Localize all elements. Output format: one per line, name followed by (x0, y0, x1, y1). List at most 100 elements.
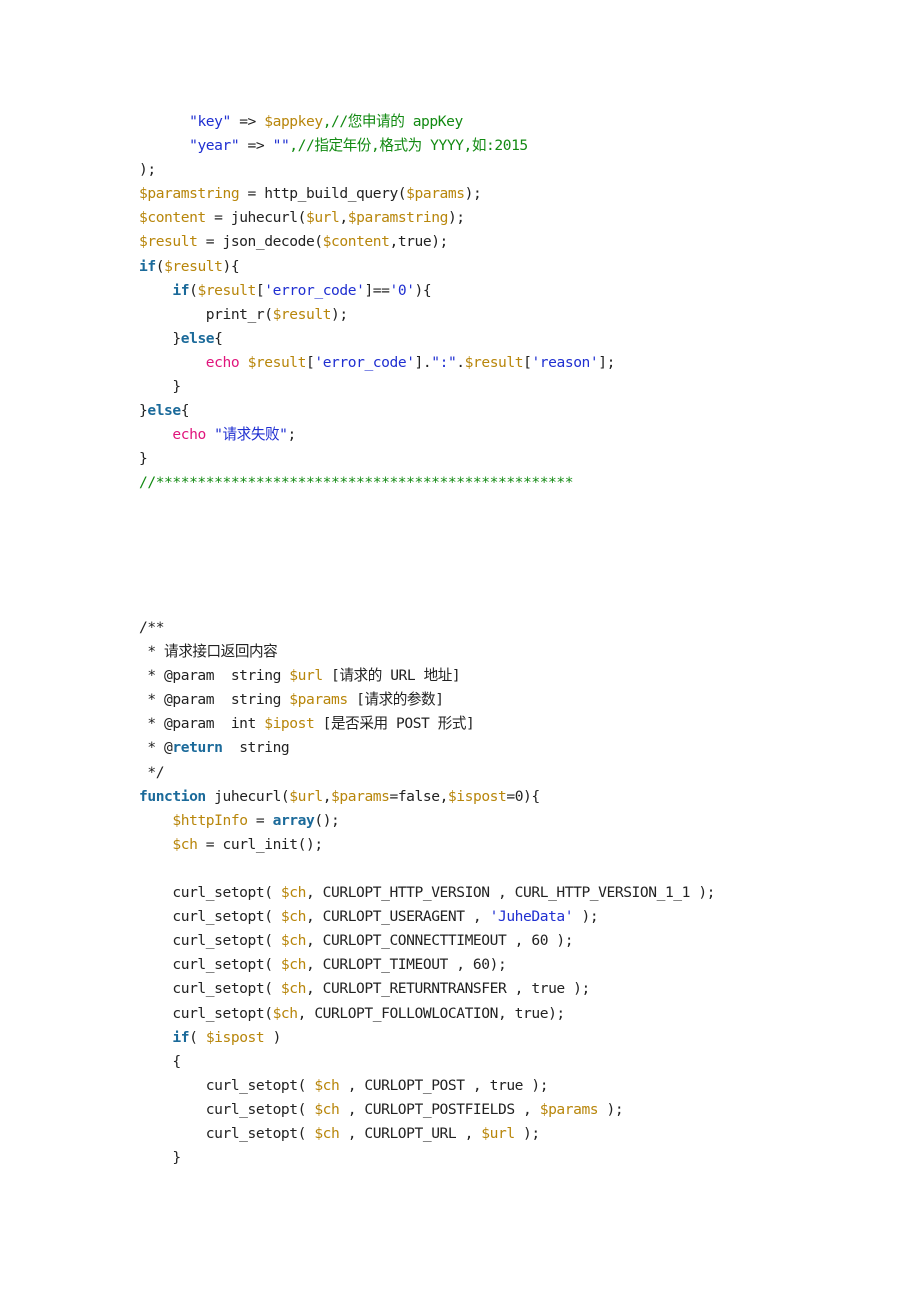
variable-token: $appkey (264, 113, 323, 130)
code-token: =false, (389, 787, 448, 805)
code-token: ]; (598, 353, 615, 371)
string-token: "key" (189, 113, 231, 130)
keyword-token: return (172, 739, 223, 757)
code-line: curl_setopt( $ch , CURLOPT_POSTFIELDS , … (139, 1098, 715, 1122)
code-token: } (139, 329, 181, 347)
code-line: */ (139, 761, 715, 785)
doc-comment-token: * @param string (139, 667, 290, 685)
variable-token: $ch (172, 835, 198, 853)
variable-token: $ch (280, 908, 306, 926)
variable-token: $httpInfo (172, 811, 248, 829)
string-token: 'JuheData' (489, 908, 574, 926)
document-page: "key" => $appkey,//您申请的 appKey "year" =>… (0, 0, 920, 1302)
variable-token: $ch (314, 1076, 340, 1094)
code-token: curl_setopt( (139, 1100, 315, 1118)
code-token: { (180, 402, 190, 420)
code-token: } (139, 378, 181, 396)
code-line: "key" => $appkey,//您申请的 appKey (139, 110, 615, 134)
variable-token: $url (305, 209, 340, 227)
variable-token: $params (289, 691, 348, 709)
doc-comment-token: /** (139, 619, 165, 636)
variable-token: $url (289, 667, 323, 685)
code-line: "year" => "",//指定年份,格式为 YYYY,如:2015 (139, 134, 615, 158)
code-token: print_r( (139, 305, 273, 323)
code-token: ); (464, 185, 482, 203)
code-token: { (214, 329, 223, 347)
variable-token: $result (139, 233, 198, 251)
keyword-token: if (172, 281, 190, 299)
code-line: curl_setopt( $ch, CURLOPT_HTTP_VERSION ,… (139, 881, 715, 905)
code-token: = curl_init(); (197, 835, 323, 853)
code-token: ); (447, 209, 465, 227)
keyword-token: function (139, 787, 206, 805)
code-token: curl_setopt( (139, 1124, 315, 1142)
code-line: curl_setopt( $ch, CURLOPT_CONNECTTIMEOUT… (139, 929, 715, 953)
code-token: ( (155, 257, 165, 275)
variable-token: $url (481, 1124, 515, 1142)
code-token: = http_build_query( (239, 185, 407, 203)
echo-token: echo (205, 353, 240, 371)
code-token: , CURLOPT_RETURNTRANSFER , true ); (305, 980, 590, 998)
variable-token: $result (197, 281, 256, 299)
code-line: if($result['error_code']=='0'){ (139, 279, 615, 303)
keyword-token: else (180, 329, 215, 347)
variable-token: $ch (280, 884, 306, 902)
doc-comment-token: * @param int (139, 715, 265, 733)
code-token: ; (287, 426, 297, 444)
doc-comment-token: * @ (139, 739, 173, 757)
code-line: curl_setopt( $ch , CURLOPT_POST , true )… (139, 1074, 715, 1098)
code-line: echo "请求失败"; (139, 423, 615, 447)
string-token: 'reason' (531, 353, 599, 371)
code-line: function juhecurl($url,$params=false,$is… (139, 785, 715, 809)
variable-token: $ch (280, 980, 306, 998)
code-line: $result = json_decode($content,true); (139, 230, 615, 254)
code-line: curl_setopt( $ch, CURLOPT_RETURNTRANSFER… (139, 977, 715, 1001)
code-token: (); (314, 811, 340, 829)
code-line: * @param string $url [请求的 URL 地址] (139, 664, 715, 688)
keyword-token: if (139, 257, 156, 275)
variable-token: $url (289, 787, 323, 805)
doc-comment-token: [请求的参数] (347, 691, 444, 709)
doc-comment-token: [是否采用 POST 形式] (314, 715, 475, 733)
code-token: , CURLOPT_FOLLOWLOCATION, true); (297, 1004, 566, 1022)
code-token: curl_setopt( (139, 980, 281, 998)
string-token: "请求失败" (214, 426, 288, 444)
code-token: curl_setopt( (139, 956, 281, 974)
code-token: , (339, 209, 348, 227)
code-token: juhecurl( (205, 787, 290, 805)
variable-token: $ispost (447, 787, 507, 805)
code-token: curl_setopt( (139, 908, 281, 926)
code-line: * 请求接口返回内容 (139, 640, 715, 664)
comment-token: ,//指定年份,格式为 YYYY,如:2015 (289, 137, 528, 155)
code-line: }else{ (139, 327, 615, 351)
doc-comment-token: [请求的 URL 地址] (322, 667, 461, 685)
code-line: { (139, 1050, 715, 1074)
variable-token: $ipost (264, 715, 315, 733)
code-token: =0){ (506, 787, 540, 805)
code-token: } (139, 450, 148, 468)
code-line: if($result){ (139, 255, 615, 279)
code-line: * @param int $ipost [是否采用 POST 形式] (139, 712, 715, 736)
code-token: = json_decode( (197, 233, 323, 251)
doc-comment-token: string (222, 739, 290, 757)
code-line: /** (139, 616, 715, 640)
comment-token: ,//您申请的 appKey (322, 113, 464, 130)
variable-token: $ch (272, 1004, 298, 1022)
variable-token: $params (539, 1100, 599, 1118)
code-token: curl_setopt( (139, 884, 281, 902)
code-token: ); (573, 908, 599, 926)
code-line: * @return string (139, 736, 715, 760)
code-token: } (139, 1149, 181, 1167)
variable-token: $params (331, 787, 390, 805)
code-token: ); (331, 305, 348, 323)
string-token: "" (272, 137, 290, 155)
code-line: curl_setopt($ch, CURLOPT_FOLLOWLOCATION,… (139, 1002, 715, 1026)
code-token: curl_setopt( (139, 1076, 315, 1094)
code-line: } (139, 375, 615, 399)
code-token: , CURLOPT_URL , (339, 1124, 482, 1142)
variable-token: $result (247, 353, 307, 371)
